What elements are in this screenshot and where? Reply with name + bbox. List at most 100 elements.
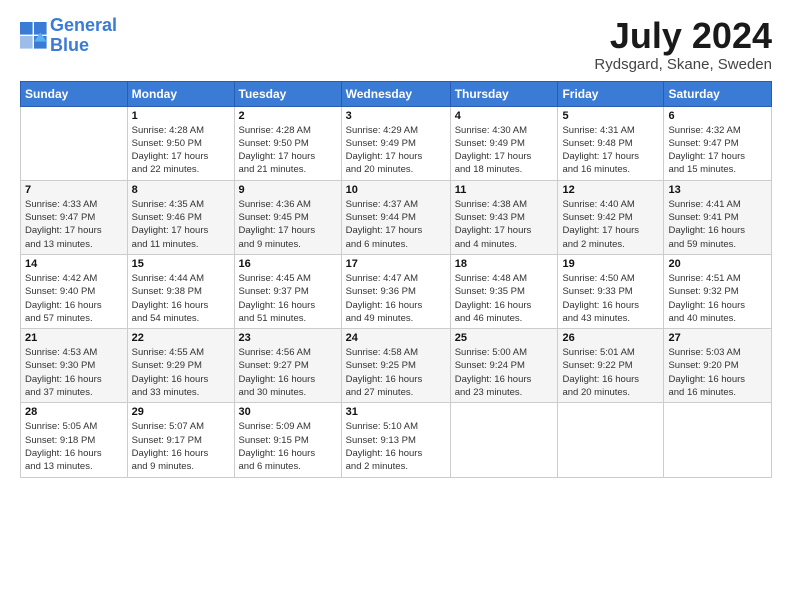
calendar-cell-w3-d6: 27Sunrise: 5:03 AM Sunset: 9:20 PM Dayli… <box>664 329 772 403</box>
day-number: 23 <box>239 332 337 344</box>
weekday-tuesday: Tuesday <box>234 81 341 106</box>
calendar-cell-w0-d0 <box>21 106 128 180</box>
day-info: Sunrise: 4:28 AM Sunset: 9:50 PM Dayligh… <box>239 124 337 177</box>
day-info: Sunrise: 4:32 AM Sunset: 9:47 PM Dayligh… <box>668 124 767 177</box>
calendar-cell-w3-d3: 24 Sunrise: 4:58 AM Sunset: 9:25 PM Dayli… <box>341 329 450 403</box>
day-info: Sunrise: 4:30 AM Sunset: 9:49 PM Dayligh… <box>455 124 554 177</box>
calendar-body: 1Sunrise: 4:28 AM Sunset: 9:50 PM Daylig… <box>21 106 772 477</box>
day-number: 31 <box>346 406 446 418</box>
calendar-cell-w3-d1: 22Sunrise: 4:55 AM Sunset: 9:29 PM Dayli… <box>127 329 234 403</box>
calendar-cell-w2-d4: 18Sunrise: 4:48 AM Sunset: 9:35 PM Dayli… <box>450 254 558 328</box>
day-number: 30 <box>239 406 337 418</box>
day-info: Sunrise: 4:55 AM Sunset: 9:29 PM Dayligh… <box>132 346 230 399</box>
day-info: Sunrise: 4:58 AM Sunset: 9:25 PM Dayligh… <box>346 346 446 399</box>
day-number: 29 <box>132 406 230 418</box>
day-number: 7 <box>25 184 123 196</box>
day-number: 19 <box>562 258 659 270</box>
calendar-cell-w1-d5: 12 Sunrise: 4:40 AM Sunset: 9:42 PM Dayli… <box>558 180 664 254</box>
day-info: Sunrise: 5:03 AM Sunset: 9:20 PM Dayligh… <box>668 346 767 399</box>
calendar-cell-w2-d5: 19Sunrise: 4:50 AM Sunset: 9:33 PM Dayli… <box>558 254 664 328</box>
calendar-cell-w1-d1: 8 Sunrise: 4:35 AM Sunset: 9:46 PM Daylig… <box>127 180 234 254</box>
calendar-cell-w2-d6: 20Sunrise: 4:51 AM Sunset: 9:32 PM Dayli… <box>664 254 772 328</box>
day-number: 17 <box>346 258 446 270</box>
week-row-1: 7 Sunrise: 4:33 AM Sunset: 9:47 PM Daylig… <box>21 180 772 254</box>
calendar-cell-w3-d5: 26Sunrise: 5:01 AM Sunset: 9:22 PM Dayli… <box>558 329 664 403</box>
calendar-cell-w1-d6: 13 Sunrise: 4:41 AM Sunset: 9:41 PM Dayli… <box>664 180 772 254</box>
day-number: 6 <box>668 110 767 122</box>
week-row-2: 14Sunrise: 4:42 AM Sunset: 9:40 PM Dayli… <box>21 254 772 328</box>
calendar-cell-w4-d0: 28Sunrise: 5:05 AM Sunset: 9:18 PM Dayli… <box>21 403 128 477</box>
calendar-cell-w1-d2: 9 Sunrise: 4:36 AM Sunset: 9:45 PM Daylig… <box>234 180 341 254</box>
day-number: 12 <box>562 184 659 196</box>
calendar-cell-w2-d0: 14Sunrise: 4:42 AM Sunset: 9:40 PM Dayli… <box>21 254 128 328</box>
calendar-cell-w4-d5 <box>558 403 664 477</box>
calendar-cell-w1-d0: 7 Sunrise: 4:33 AM Sunset: 9:47 PM Daylig… <box>21 180 128 254</box>
calendar-cell-w4-d2: 30 Sunrise: 5:09 AM Sunset: 9:15 PM Dayli… <box>234 403 341 477</box>
month-year: July 2024 <box>594 16 772 56</box>
week-row-3: 21Sunrise: 4:53 AM Sunset: 9:30 PM Dayli… <box>21 329 772 403</box>
day-number: 9 <box>239 184 337 196</box>
day-info: Sunrise: 5:05 AM Sunset: 9:18 PM Dayligh… <box>25 420 123 473</box>
calendar-cell-w4-d4 <box>450 403 558 477</box>
day-info: Sunrise: 4:35 AM Sunset: 9:46 PM Dayligh… <box>132 198 230 251</box>
calendar-cell-w0-d3: 3 Sunrise: 4:29 AM Sunset: 9:49 PM Daylig… <box>341 106 450 180</box>
day-number: 10 <box>346 184 446 196</box>
day-number: 11 <box>455 184 554 196</box>
calendar-cell-w0-d6: 6 Sunrise: 4:32 AM Sunset: 9:47 PM Daylig… <box>664 106 772 180</box>
day-number: 16 <box>239 258 337 270</box>
day-info: Sunrise: 4:38 AM Sunset: 9:43 PM Dayligh… <box>455 198 554 251</box>
day-number: 13 <box>668 184 767 196</box>
day-number: 15 <box>132 258 230 270</box>
calendar-cell-w2-d3: 17 Sunrise: 4:47 AM Sunset: 9:36 PM Dayli… <box>341 254 450 328</box>
day-number: 4 <box>455 110 554 122</box>
day-number: 14 <box>25 258 123 270</box>
calendar-cell-w0-d1: 1Sunrise: 4:28 AM Sunset: 9:50 PM Daylig… <box>127 106 234 180</box>
calendar-cell-w4-d6 <box>664 403 772 477</box>
calendar-cell-w4-d1: 29 Sunrise: 5:07 AM Sunset: 9:17 PM Dayli… <box>127 403 234 477</box>
week-row-0: 1Sunrise: 4:28 AM Sunset: 9:50 PM Daylig… <box>21 106 772 180</box>
day-info: Sunrise: 4:33 AM Sunset: 9:47 PM Dayligh… <box>25 198 123 251</box>
weekday-sunday: Sunday <box>21 81 128 106</box>
weekday-thursday: Thursday <box>450 81 558 106</box>
logo-icon <box>20 22 48 50</box>
weekday-header-row: SundayMondayTuesdayWednesdayThursdayFrid… <box>21 81 772 106</box>
day-number: 8 <box>132 184 230 196</box>
calendar-cell-w1-d3: 10Sunrise: 4:37 AM Sunset: 9:44 PM Dayli… <box>341 180 450 254</box>
weekday-saturday: Saturday <box>664 81 772 106</box>
day-info: Sunrise: 5:09 AM Sunset: 9:15 PM Dayligh… <box>239 420 337 473</box>
day-info: Sunrise: 4:31 AM Sunset: 9:48 PM Dayligh… <box>562 124 659 177</box>
day-info: Sunrise: 4:45 AM Sunset: 9:37 PM Dayligh… <box>239 272 337 325</box>
day-info: Sunrise: 4:41 AM Sunset: 9:41 PM Dayligh… <box>668 198 767 251</box>
day-number: 3 <box>346 110 446 122</box>
day-number: 2 <box>239 110 337 122</box>
day-info: Sunrise: 5:10 AM Sunset: 9:13 PM Dayligh… <box>346 420 446 473</box>
calendar-cell-w2-d1: 15 Sunrise: 4:44 AM Sunset: 9:38 PM Dayli… <box>127 254 234 328</box>
calendar-table: SundayMondayTuesdayWednesdayThursdayFrid… <box>20 81 772 478</box>
day-info: Sunrise: 4:44 AM Sunset: 9:38 PM Dayligh… <box>132 272 230 325</box>
calendar-cell-w0-d2: 2 Sunrise: 4:28 AM Sunset: 9:50 PM Daylig… <box>234 106 341 180</box>
day-info: Sunrise: 4:48 AM Sunset: 9:35 PM Dayligh… <box>455 272 554 325</box>
day-number: 5 <box>562 110 659 122</box>
weekday-wednesday: Wednesday <box>341 81 450 106</box>
logo-text: General Blue <box>50 16 117 56</box>
calendar-cell-w1-d4: 11 Sunrise: 4:38 AM Sunset: 9:43 PM Dayli… <box>450 180 558 254</box>
day-number: 25 <box>455 332 554 344</box>
weekday-monday: Monday <box>127 81 234 106</box>
day-info: Sunrise: 4:29 AM Sunset: 9:49 PM Dayligh… <box>346 124 446 177</box>
day-number: 26 <box>562 332 659 344</box>
day-info: Sunrise: 4:47 AM Sunset: 9:36 PM Dayligh… <box>346 272 446 325</box>
day-info: Sunrise: 4:28 AM Sunset: 9:50 PM Dayligh… <box>132 124 230 177</box>
day-info: Sunrise: 4:51 AM Sunset: 9:32 PM Dayligh… <box>668 272 767 325</box>
day-info: Sunrise: 4:53 AM Sunset: 9:30 PM Dayligh… <box>25 346 123 399</box>
location: Rydsgard, Skane, Sweden <box>594 56 772 73</box>
calendar-cell-w3-d0: 21Sunrise: 4:53 AM Sunset: 9:30 PM Dayli… <box>21 329 128 403</box>
day-info: Sunrise: 4:36 AM Sunset: 9:45 PM Dayligh… <box>239 198 337 251</box>
calendar-cell-w3-d2: 23 Sunrise: 4:56 AM Sunset: 9:27 PM Dayli… <box>234 329 341 403</box>
calendar-cell-w4-d3: 31 Sunrise: 5:10 AM Sunset: 9:13 PM Dayli… <box>341 403 450 477</box>
week-row-4: 28Sunrise: 5:05 AM Sunset: 9:18 PM Dayli… <box>21 403 772 477</box>
day-info: Sunrise: 5:07 AM Sunset: 9:17 PM Dayligh… <box>132 420 230 473</box>
day-info: Sunrise: 4:56 AM Sunset: 9:27 PM Dayligh… <box>239 346 337 399</box>
day-number: 24 <box>346 332 446 344</box>
day-info: Sunrise: 4:40 AM Sunset: 9:42 PM Dayligh… <box>562 198 659 251</box>
calendar-cell-w0-d4: 4 Sunrise: 4:30 AM Sunset: 9:49 PM Daylig… <box>450 106 558 180</box>
